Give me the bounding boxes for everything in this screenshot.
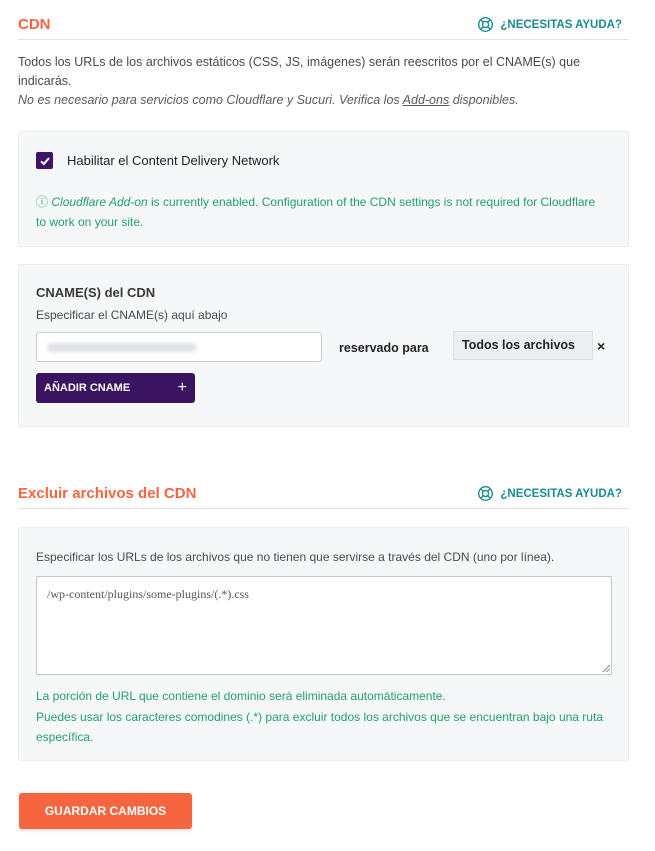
exclude-help-label: ¿NECESITAS AYUDA? [500,487,622,500]
resize-grip-icon[interactable] [602,664,611,673]
cname-input[interactable] [36,332,322,362]
save-changes-button[interactable]: GUARDAR CAMBIOS [19,793,192,829]
files-scope-select[interactable]: Todos los archivos [453,331,593,360]
cloudflare-notice: ⓘ Cloudflare Add-on is currently enabled… [36,192,606,232]
cname-title: CNAME(S) del CDN [36,285,156,300]
cdn-section-header: CDN ¿NECESITAS AYUDA? [18,6,628,40]
exclude-description: Especificar los URLs de los archivos que… [36,550,555,564]
addons-link[interactable]: Add-ons [403,93,450,107]
cdn-intro: Todos los URLs de los archivos estáticos… [18,53,628,110]
lifebuoy-icon [478,486,494,501]
enable-cdn-label: Habilitar el Content Delivery Network [67,153,280,168]
cdn-help-link[interactable]: ¿NECESITAS AYUDA? [477,16,622,33]
exclude-section-header: Excluir archivos del CDN ¿NECESITAS AYUD… [18,475,628,509]
enable-cdn-checkbox[interactable] [36,152,53,169]
reserved-for-label: reservado para [339,341,429,355]
cname-panel: CNAME(S) del CDN Especificar el CNAME(s)… [18,264,629,427]
blurred-cname-value [47,343,197,352]
exclude-urls-textarea[interactable]: /wp-content/plugins/some-plugins/(.*).cs… [36,576,612,675]
cloudflare-addon-name: Cloudflare Add-on [51,195,148,209]
add-cname-button[interactable]: AÑADIR CNAME + [36,373,195,403]
exclude-help-line-2: Puedes usar los caracteres comodines (.*… [36,709,603,745]
enable-cdn-row: Habilitar el Content Delivery Network [36,152,279,169]
note-prefix: No es necesario para servicios como Clou… [18,93,403,107]
note-suffix: disponibles. [449,93,519,107]
exclude-section-title: Excluir archivos del CDN [18,485,197,502]
add-cname-label: AÑADIR CNAME [44,382,131,394]
plus-icon: + [177,379,187,396]
cdn-help-label: ¿NECESITAS AYUDA? [500,18,622,31]
enable-cdn-panel: Habilitar el Content Delivery Network ⓘ … [18,131,629,247]
exclude-panel: Especificar los URLs de los archivos que… [18,527,629,761]
cdn-intro-note: No es necesario para servicios como Clou… [18,91,628,110]
exclude-help-line-1: La porción de URL que contiene el domini… [36,689,446,703]
remove-cname-icon[interactable]: × [597,338,605,354]
exclude-help-link[interactable]: ¿NECESITAS AYUDA? [477,485,622,502]
checkmark-icon [39,156,50,165]
cdn-intro-text: Todos los URLs de los archivos estáticos… [18,55,581,88]
cname-description: Especificar el CNAME(s) aquí abajo [36,308,228,322]
info-circle-icon: ⓘ [36,195,49,209]
exclude-help-text: La porción de URL que contiene el domini… [36,686,616,748]
cdn-section-title: CDN [18,16,51,33]
lifebuoy-icon [478,17,494,32]
